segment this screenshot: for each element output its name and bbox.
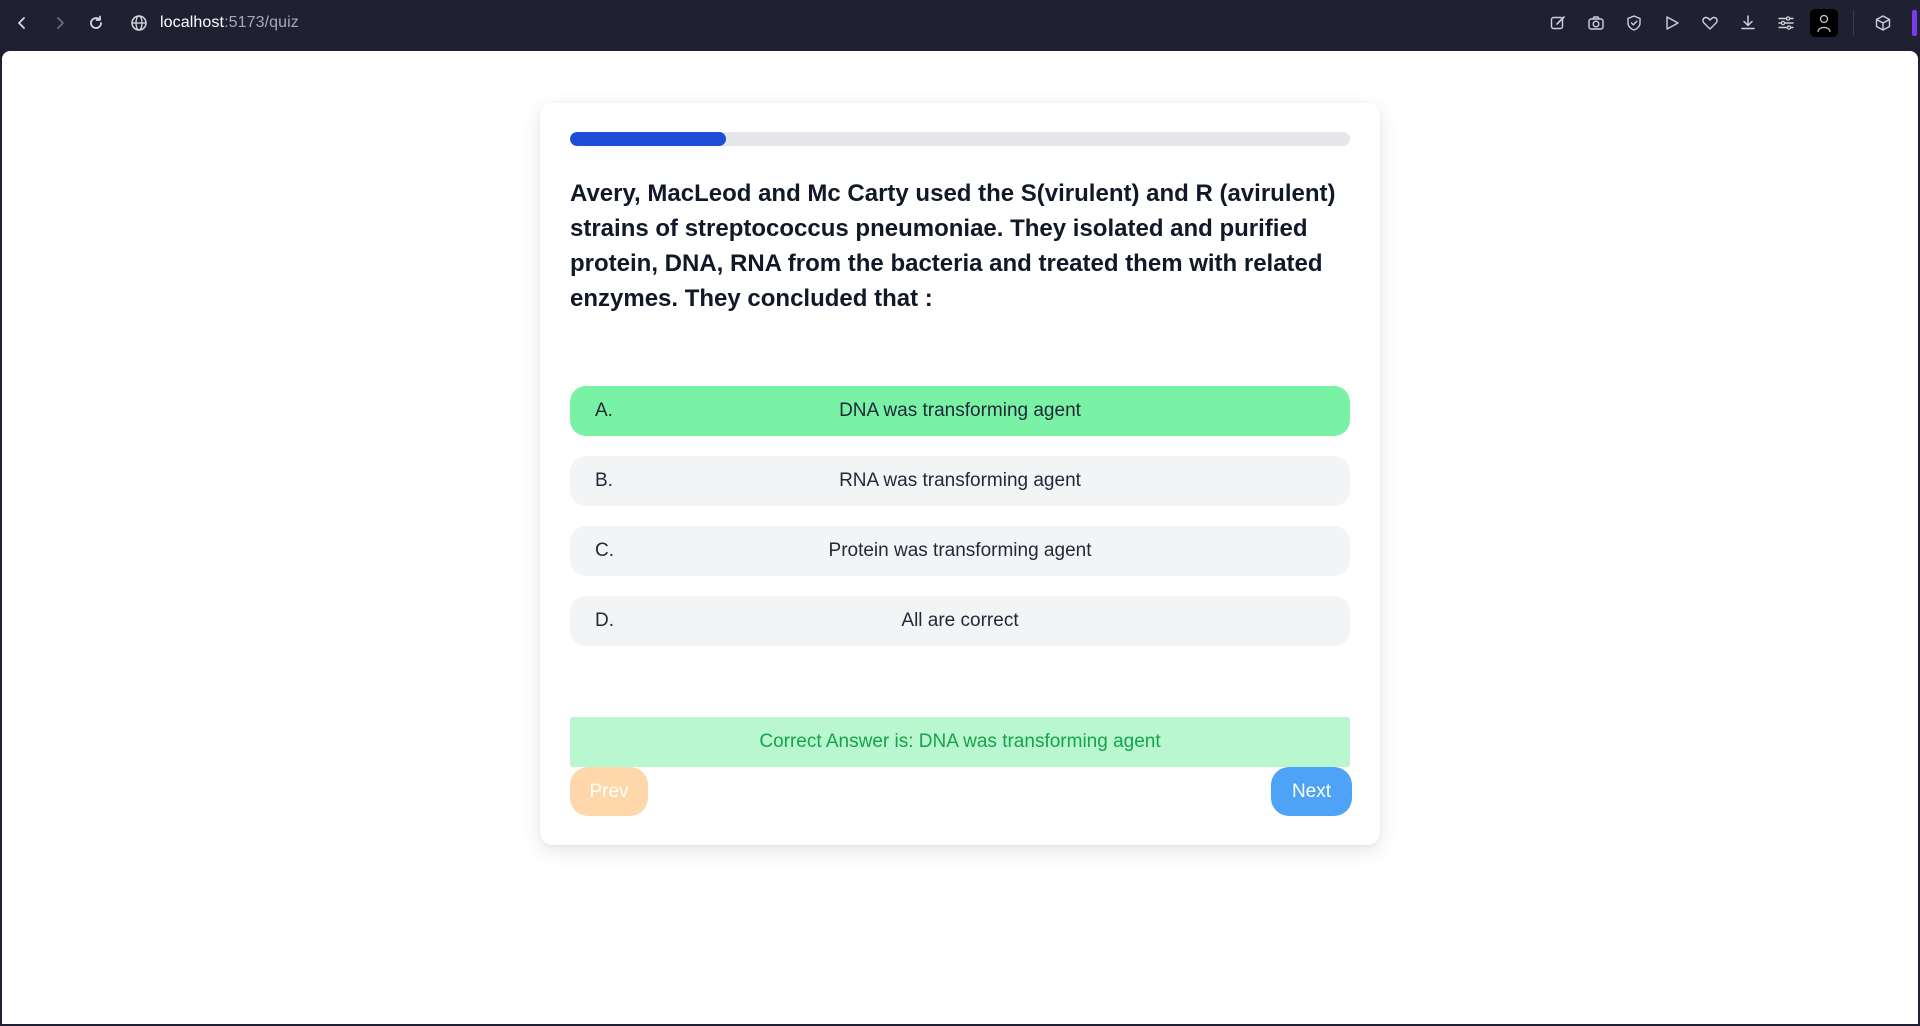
edit-icon[interactable] bbox=[1539, 4, 1577, 42]
address-bar[interactable]: localhost:5173/quiz bbox=[130, 7, 299, 39]
option-text: Protein was transforming agent bbox=[828, 540, 1092, 561]
next-button[interactable]: Next bbox=[1271, 767, 1352, 816]
option-letter: C. bbox=[595, 540, 614, 561]
option-b[interactable]: B. RNA was transforming agent bbox=[570, 456, 1350, 506]
quiz-card: Avery, MacLeod and Mc Carty used the S(v… bbox=[540, 103, 1380, 845]
option-c[interactable]: C. Protein was transforming agent bbox=[570, 526, 1350, 576]
url-path: :5173/quiz bbox=[224, 13, 299, 31]
option-text: DNA was transforming agent bbox=[839, 400, 1081, 421]
question-text: Avery, MacLeod and Mc Carty used the S(v… bbox=[570, 180, 1336, 312]
sidebar-toggle[interactable] bbox=[1912, 9, 1917, 36]
toolbar-divider bbox=[1853, 9, 1854, 36]
reload-button[interactable] bbox=[76, 3, 116, 43]
correct-answer-banner: Correct Answer is: DNA was transforming … bbox=[570, 717, 1350, 767]
heart-icon[interactable] bbox=[1691, 4, 1729, 42]
browser-actions bbox=[1539, 0, 1920, 45]
progress-bar bbox=[570, 132, 1350, 146]
reload-icon bbox=[90, 15, 102, 29]
progress-fill bbox=[570, 132, 726, 146]
option-text: RNA was transforming agent bbox=[839, 470, 1081, 491]
option-text: All are correct bbox=[901, 610, 1019, 631]
globe-icon bbox=[131, 14, 147, 31]
option-a[interactable]: A. DNA was transforming agent bbox=[570, 386, 1350, 436]
back-button[interactable] bbox=[2, 3, 42, 43]
chevron-left-icon bbox=[18, 16, 25, 29]
url-text: localhost:5173/quiz bbox=[160, 14, 299, 32]
option-letter: A. bbox=[595, 400, 613, 421]
chevron-right-icon bbox=[57, 16, 64, 29]
browser-toolbar: localhost:5173/quiz bbox=[0, 0, 1920, 45]
url-host: localhost bbox=[160, 13, 225, 31]
option-letter: D. bbox=[595, 610, 614, 631]
option-letter: B. bbox=[595, 470, 613, 491]
settings-sliders-icon[interactable] bbox=[1767, 4, 1805, 42]
profile-avatar[interactable] bbox=[1810, 8, 1838, 37]
play-icon[interactable] bbox=[1653, 4, 1691, 42]
download-icon[interactable] bbox=[1729, 4, 1767, 42]
option-d[interactable]: D. All are correct bbox=[570, 596, 1350, 646]
forward-button[interactable] bbox=[40, 3, 80, 43]
cube-icon[interactable] bbox=[1864, 4, 1902, 42]
page-viewport: Avery, MacLeod and Mc Carty used the S(v… bbox=[2, 51, 1918, 1024]
prev-button[interactable]: Prev bbox=[570, 767, 648, 816]
shield-icon[interactable] bbox=[1615, 4, 1653, 42]
camera-icon[interactable] bbox=[1577, 4, 1615, 42]
